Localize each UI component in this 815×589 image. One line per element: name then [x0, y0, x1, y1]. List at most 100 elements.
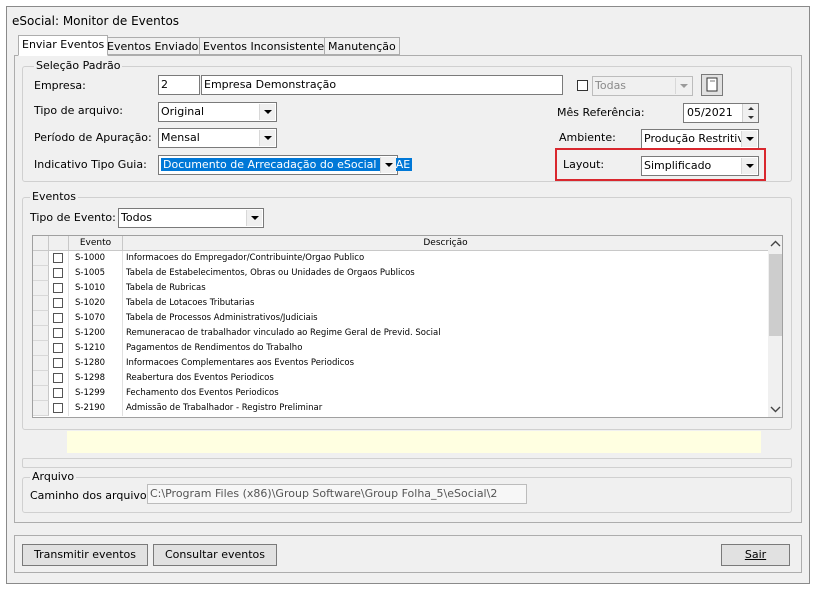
row-descricao: Tabela de Processos Administrativos/Judi…	[126, 313, 318, 323]
table-row[interactable]: S-1298 Reabertura dos Eventos Periodicos	[33, 371, 777, 386]
grid-header-descricao: Descrição	[423, 238, 468, 248]
periodo-apuracao-label: Período de Apuração:	[34, 131, 152, 144]
periodo-apuracao-value: Mensal	[161, 131, 200, 144]
row-descricao: Tabela de Rubricas	[126, 283, 206, 293]
table-row[interactable]: S-1299 Fechamento dos Eventos Periodicos	[33, 386, 777, 401]
row-checkbox[interactable]	[53, 283, 63, 293]
grid-vertical-scrollbar[interactable]	[768, 236, 782, 417]
layout-select[interactable]: Simplificado	[641, 156, 759, 176]
ambiente-label: Ambiente:	[559, 131, 616, 144]
grid-header-check	[49, 236, 69, 251]
row-indicator	[33, 296, 49, 311]
table-row[interactable]: S-1210 Pagamentos de Rendimentos do Traba…	[33, 341, 777, 356]
table-row[interactable]: S-1280 Informacoes Complementares aos Eve…	[33, 356, 777, 371]
mes-referencia-label: Mês Referência:	[557, 106, 645, 119]
grid-body: S-1000 Informacoes do Empregador/Contribu…	[33, 251, 768, 417]
row-indicator	[33, 311, 49, 326]
table-row[interactable]: S-1200 Remuneracao de trabalhador vincula…	[33, 326, 777, 341]
indicativo-tipo-guia-select[interactable]: Documento de Arrecadação do eSocial - DA…	[158, 155, 413, 175]
row-checkbox[interactable]	[53, 343, 63, 353]
chevron-down-icon	[380, 157, 396, 173]
row-descricao: Admissão de Trabalhador - Registro Preli…	[126, 403, 323, 413]
row-descricao: Pagamentos de Rendimentos do Trabalho	[126, 343, 303, 353]
row-check-cell	[49, 326, 69, 341]
row-evento: S-1005	[69, 266, 123, 281]
row-evento: S-1280	[69, 356, 123, 371]
chevron-down-icon	[675, 78, 691, 94]
empresa-label: Empresa:	[34, 79, 86, 92]
row-indicator	[33, 281, 49, 296]
row-evento: S-1070	[69, 311, 123, 326]
row-evento: S-1298	[69, 371, 123, 386]
row-checkbox[interactable]	[53, 313, 63, 323]
chevron-down-icon	[259, 130, 275, 146]
caminho-arquivos-label: Caminho dos arquivos:	[30, 489, 157, 502]
layout-value: Simplificado	[644, 159, 712, 172]
eventos-grid: Evento Descrição S-1000 Informacoes do Em…	[32, 235, 783, 418]
transmitir-eventos-button[interactable]: Transmitir eventos	[22, 544, 148, 566]
ambiente-select[interactable]: Produção Restritiva	[641, 129, 759, 149]
tipo-evento-select[interactable]: Todos	[118, 208, 264, 228]
row-indicator	[33, 341, 49, 356]
grid-header-indicator	[33, 236, 49, 251]
row-evento: S-1020	[69, 296, 123, 311]
caminho-arquivos-input[interactable]: C:\Program Files (x86)\Group Software\Gr…	[147, 484, 527, 504]
row-check-cell	[49, 341, 69, 356]
indicativo-tipo-guia-value: Documento de Arrecadação do eSocial - DA…	[161, 158, 413, 171]
table-row[interactable]: S-1010 Tabela de Rubricas	[33, 281, 777, 296]
tab-enviar-eventos[interactable]: Enviar Eventos	[18, 35, 109, 56]
tab-manutencao[interactable]: Manutenção	[324, 37, 400, 55]
row-evento: S-1010	[69, 281, 123, 296]
row-checkbox[interactable]	[53, 328, 63, 338]
row-check-cell	[49, 251, 69, 266]
tab-eventos-enviados[interactable]: Eventos Enviados	[103, 37, 209, 55]
spin-up-icon[interactable]	[742, 104, 758, 113]
row-check-cell	[49, 386, 69, 401]
consultar-eventos-button[interactable]: Consultar eventos	[153, 544, 277, 566]
layout-label: Layout:	[563, 158, 605, 171]
tipo-arquivo-value: Original	[161, 105, 205, 118]
table-row[interactable]: S-1020 Tabela de Lotacoes Tributarias	[33, 296, 777, 311]
periodo-apuracao-select[interactable]: Mensal	[158, 128, 277, 148]
table-row[interactable]: S-2190 Admissão de Trabalhador - Registro…	[33, 401, 777, 416]
row-indicator	[33, 251, 49, 266]
row-checkbox[interactable]	[53, 268, 63, 278]
tipo-evento-label: Tipo de Evento:	[30, 211, 116, 224]
tipo-arquivo-select[interactable]: Original	[158, 102, 277, 122]
separator-group	[22, 458, 792, 468]
row-indicator	[33, 356, 49, 371]
row-checkbox[interactable]	[53, 358, 63, 368]
row-checkbox[interactable]	[53, 373, 63, 383]
table-row[interactable]: S-1005 Tabela de Estabelecimentos, Obras …	[33, 266, 777, 281]
chevron-down-icon[interactable]	[770, 405, 781, 414]
row-check-cell	[49, 371, 69, 386]
row-checkbox[interactable]	[53, 253, 63, 263]
row-checkbox[interactable]	[53, 388, 63, 398]
browse-book-button[interactable]	[701, 74, 723, 96]
todas-select-value: Todas	[595, 79, 627, 92]
tipo-evento-value: Todos	[121, 211, 153, 224]
tab-eventos-inconsistentes[interactable]: Eventos Inconsistentes	[199, 37, 334, 55]
sair-button[interactable]: Sair	[721, 544, 790, 566]
spin-down-icon[interactable]	[742, 113, 758, 122]
chevron-up-icon[interactable]	[770, 239, 781, 248]
row-indicator	[33, 371, 49, 386]
ambiente-value: Produção Restritiva	[644, 132, 751, 145]
row-descricao: Tabela de Estabelecimentos, Obras ou Uni…	[126, 268, 415, 278]
empresa-name-input[interactable]: Empresa Demonstração	[201, 75, 563, 95]
table-row[interactable]: S-1000 Informacoes do Empregador/Contribu…	[33, 251, 777, 266]
row-check-cell	[49, 266, 69, 281]
empresa-code-input[interactable]: 2	[158, 75, 200, 95]
selecao-padrao-legend: Seleção Padrão	[34, 59, 123, 72]
row-descricao: Reabertura dos Eventos Periodicos	[126, 373, 274, 383]
table-row[interactable]: S-1070 Tabela de Processos Administrativo…	[33, 311, 777, 326]
row-evento: S-1000	[69, 251, 123, 266]
todas-select[interactable]: Todas	[592, 76, 693, 96]
row-checkbox[interactable]	[53, 403, 63, 413]
todas-checkbox[interactable]	[577, 80, 588, 91]
window-title: eSocial: Monitor de Eventos	[12, 14, 180, 28]
row-checkbox[interactable]	[53, 298, 63, 308]
scrollbar-thumb[interactable]	[769, 254, 782, 336]
row-check-cell	[49, 311, 69, 326]
mes-referencia-spinner[interactable]: 05/2021	[683, 103, 759, 123]
